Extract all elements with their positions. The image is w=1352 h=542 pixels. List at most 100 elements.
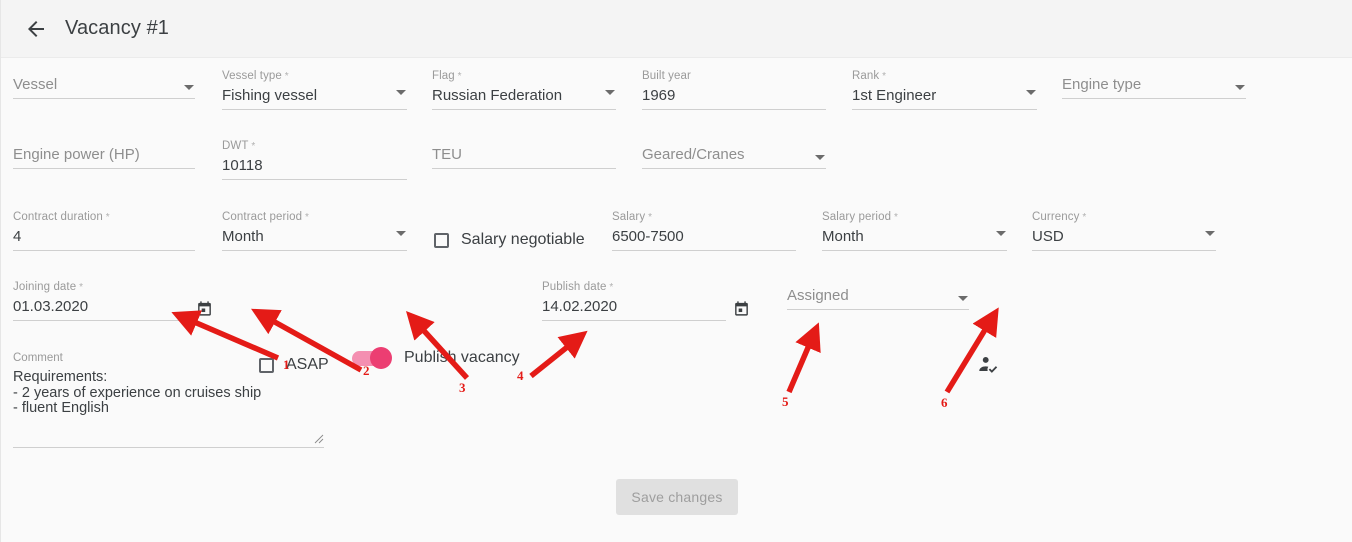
vessel-type-control[interactable]: Fishing vessel [222,83,407,110]
dwt-label: DWT [222,140,407,153]
joining-date-control[interactable]: 01.03.2020 [13,294,195,321]
rank-control[interactable]: 1st Engineer [852,83,1037,110]
salary-field[interactable]: Salary 6500-7500 [612,211,796,251]
resize-handle-icon[interactable] [314,434,324,444]
chevron-down-icon [396,231,406,236]
toggle-track[interactable] [352,346,392,369]
engine-power-control[interactable]: Engine power (HP) [13,142,195,169]
publish-vacancy-label: Publish vacancy [404,349,520,366]
engine-power-value: Engine power (HP) [13,146,140,163]
contract-duration-control[interactable]: 4 [13,224,195,251]
publish-date-control[interactable]: 14.02.2020 [542,294,726,321]
contract-period-field[interactable]: Contract period Month [222,211,407,251]
page-title: Vacancy #1 [65,17,170,39]
currency-label: Currency [1032,211,1216,224]
publish-vacancy-toggle[interactable]: Publish vacancy [352,346,520,369]
annotation-number-5: 5 [782,394,789,409]
contract-period-label: Contract period [222,211,407,224]
back-button[interactable] [23,16,49,42]
rank-field[interactable]: Rank 1st Engineer [852,70,1037,110]
contract-period-control[interactable]: Month [222,224,407,251]
chevron-down-icon [1205,231,1215,236]
built-year-field[interactable]: Built year 1969 [642,70,826,110]
publish-date-field[interactable]: Publish date 14.02.2020 [542,281,748,321]
engine-power-field[interactable]: Engine power (HP) [13,142,195,169]
save-changes-button[interactable]: Save changes [616,479,738,515]
salary-period-label: Salary period [822,211,1007,224]
annotation-number-4: 4 [517,368,524,383]
engine-type-control[interactable]: Engine type [1062,72,1246,99]
chevron-down-icon [605,90,615,95]
comment-textarea[interactable]: Requirements: - 2 years of experience on… [13,369,324,448]
vessel-value: Vessel [13,76,58,93]
assigned-control[interactable]: Assigned [787,283,969,310]
teu-control[interactable]: TEU [432,142,616,169]
vessel-control[interactable]: Vessel [13,72,195,99]
salary-period-field[interactable]: Salary period Month [822,211,1007,251]
flag-control[interactable]: Russian Federation [432,83,616,110]
contract-period-value: Month [222,228,264,245]
salary-label: Salary [612,211,796,224]
teu-field[interactable]: TEU [432,142,616,169]
geared-cranes-control[interactable]: Geared/Cranes [642,142,826,169]
flag-value: Russian Federation [432,87,563,104]
salary-period-control[interactable]: Month [822,224,1007,251]
dwt-field[interactable]: DWT 10118 [222,140,407,180]
geared-cranes-value: Geared/Cranes [642,146,745,163]
salary-control[interactable]: 6500-7500 [612,224,796,251]
publish-date-value: 14.02.2020 [542,298,618,315]
built-year-control[interactable]: 1969 [642,83,826,110]
chevron-down-icon [958,296,968,301]
chevron-down-icon [815,155,825,160]
publish-date-label: Publish date [542,281,726,294]
salary-value: 6500-7500 [612,228,684,245]
engine-type-value: Engine type [1062,76,1142,93]
currency-field[interactable]: Currency USD [1032,211,1216,251]
vacancy-edit-page: Vacancy #1 Vessel Vessel type Fishing ve… [0,0,1352,542]
annotation-number-2: 2 [363,363,370,378]
dwt-value: 10118 [222,157,263,174]
currency-value: USD [1032,228,1064,245]
contract-duration-value: 4 [13,228,22,245]
comment-block[interactable]: Comment Requirements: - 2 years of exper… [13,352,324,448]
currency-control[interactable]: USD [1032,224,1216,251]
assign-person-icon[interactable] [977,354,999,376]
vessel-field[interactable]: Vessel [13,72,195,99]
page-header: Vacancy #1 [1,0,1352,58]
dwt-control[interactable]: 10118 [222,153,407,180]
flag-field[interactable]: Flag Russian Federation [432,70,616,110]
joining-date-field[interactable]: Joining date 01.03.2020 [13,281,211,321]
checkbox-unchecked-icon [434,232,449,248]
teu-value: TEU [432,146,462,163]
comment-label: Comment [13,352,63,364]
contract-duration-field[interactable]: Contract duration 4 [13,211,195,251]
flag-label: Flag [432,70,616,83]
vacancy-form: Vessel Vessel type Fishing vessel Flag R… [1,58,1352,542]
assigned-value: Assigned [787,287,849,304]
annotation-number-6: 6 [941,395,948,410]
chevron-down-icon [396,90,406,95]
chevron-down-icon [996,231,1006,236]
contract-duration-label: Contract duration [13,211,195,224]
annotation-number-3: 3 [459,380,466,395]
geared-cranes-field[interactable]: Geared/Cranes [642,142,826,169]
chevron-down-icon [1026,90,1036,95]
vessel-type-value: Fishing vessel [222,87,318,104]
annotation-number-1: 1 [283,357,290,372]
calendar-icon[interactable] [733,300,750,317]
engine-type-field[interactable]: Engine type [1062,72,1246,99]
salary-negotiable-checkbox[interactable]: Salary negotiable [434,231,585,249]
vessel-type-field[interactable]: Vessel type Fishing vessel [222,70,407,110]
rank-label: Rank [852,70,1037,83]
salary-negotiable-label: Salary negotiable [461,231,585,248]
salary-period-value: Month [822,228,864,245]
joining-date-value: 01.03.2020 [13,298,89,315]
rank-value: 1st Engineer [852,87,937,104]
chevron-down-icon [1235,85,1245,90]
built-year-value: 1969 [642,87,676,104]
comment-value: Requirements: - 2 years of experience on… [13,369,262,416]
built-year-label: Built year [642,70,691,82]
toggle-knob [370,346,392,369]
calendar-icon[interactable] [196,300,213,317]
assigned-select[interactable]: Assigned [787,283,969,310]
